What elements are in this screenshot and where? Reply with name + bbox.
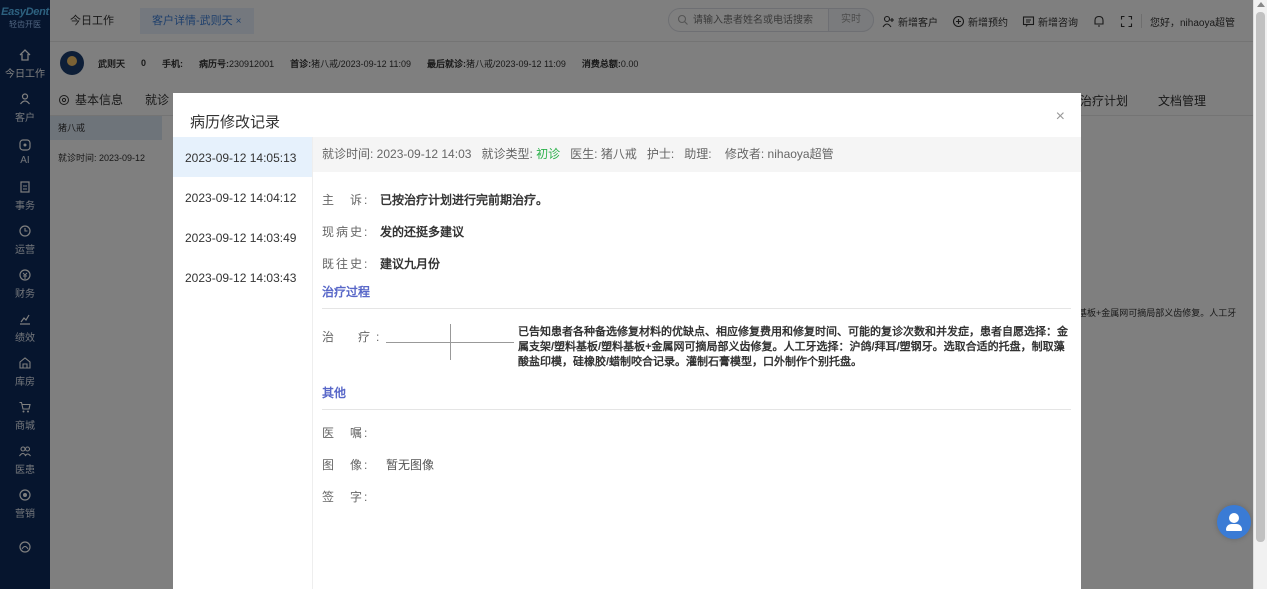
visit-time: 就诊时间: 2023-09-12 14:03	[322, 147, 472, 161]
record-header: 就诊时间: 2023-09-12 14:03 就诊类型: 初诊 医生: 猪八戒 …	[313, 137, 1081, 172]
doctor: 医生: 猪八戒	[570, 147, 637, 161]
dialog-title: 病历修改记录	[190, 114, 281, 131]
field-signature: 签 字:	[322, 489, 1071, 506]
nurse: 护士:	[646, 147, 675, 161]
record-body: 主 诉: 已按治疗计划进行完前期治疗。 现病史: 发的还挺多建议 既往史: 建议…	[313, 172, 1081, 506]
assistant: 助理:	[684, 147, 712, 161]
page-scrollbar[interactable]	[1253, 0, 1267, 589]
version-item[interactable]: 2023-09-12 14:05:13	[173, 137, 312, 177]
field-present-history: 现病史: 发的还挺多建议	[322, 224, 1071, 241]
field-label: 主 诉:	[322, 193, 370, 207]
section-other: 其他	[322, 386, 1071, 410]
scroll-up-arrow-icon[interactable]	[1257, 2, 1265, 7]
visit-type-label: 就诊类型:	[481, 147, 533, 161]
version-list: 2023-09-12 14:05:13 2023-09-12 14:04:12 …	[173, 137, 313, 589]
record-detail: 就诊时间: 2023-09-12 14:03 就诊类型: 初诊 医生: 猪八戒 …	[313, 137, 1081, 589]
field-chief-complaint: 主 诉: 已按治疗计划进行完前期治疗。	[322, 192, 1071, 209]
field-treatment: 治 疗: 已告知患者各种备选修复材料的优缺点、相应修复费用和修复时间、可能的复诊…	[322, 324, 1071, 370]
record-history-dialog: 病历修改记录 × 2023-09-12 14:05:13 2023-09-12 …	[173, 93, 1081, 589]
field-value: 已按治疗计划进行完前期治疗。	[380, 193, 549, 207]
field-label: 签 字:	[322, 490, 370, 504]
field-value: 发的还挺多建议	[380, 225, 465, 239]
field-value: 建议九月份	[380, 257, 441, 271]
field-label: 治 疗:	[322, 330, 386, 344]
version-item[interactable]: 2023-09-12 14:04:12	[173, 177, 312, 217]
field-value: 暂无图像	[386, 458, 435, 472]
field-label: 图 像:	[322, 458, 370, 472]
customer-support-button[interactable]	[1217, 505, 1251, 539]
modifier: 修改者: nihaoya超管	[724, 147, 834, 161]
field-past-history: 既往史: 建议九月份	[322, 256, 1071, 273]
scroll-thumb[interactable]	[1256, 12, 1265, 542]
field-label: 既往史:	[322, 257, 370, 271]
close-icon[interactable]: ×	[1056, 109, 1065, 125]
visit-type: 初诊	[536, 147, 561, 161]
tooth-position-chart	[386, 324, 516, 360]
field-label: 医 嘱:	[322, 426, 370, 440]
version-item[interactable]: 2023-09-12 14:03:49	[173, 217, 312, 257]
field-label: 现病史:	[322, 225, 370, 239]
field-image: 图 像: 暂无图像	[322, 457, 1071, 474]
version-item[interactable]: 2023-09-12 14:03:43	[173, 257, 312, 297]
treatment-text: 已告知患者各种备选修复材料的优缺点、相应修复费用和修复时间、可能的复诊次数和并发…	[518, 326, 1068, 368]
section-treatment: 治疗过程	[322, 285, 1071, 309]
field-advice: 医 嘱:	[322, 425, 1071, 442]
